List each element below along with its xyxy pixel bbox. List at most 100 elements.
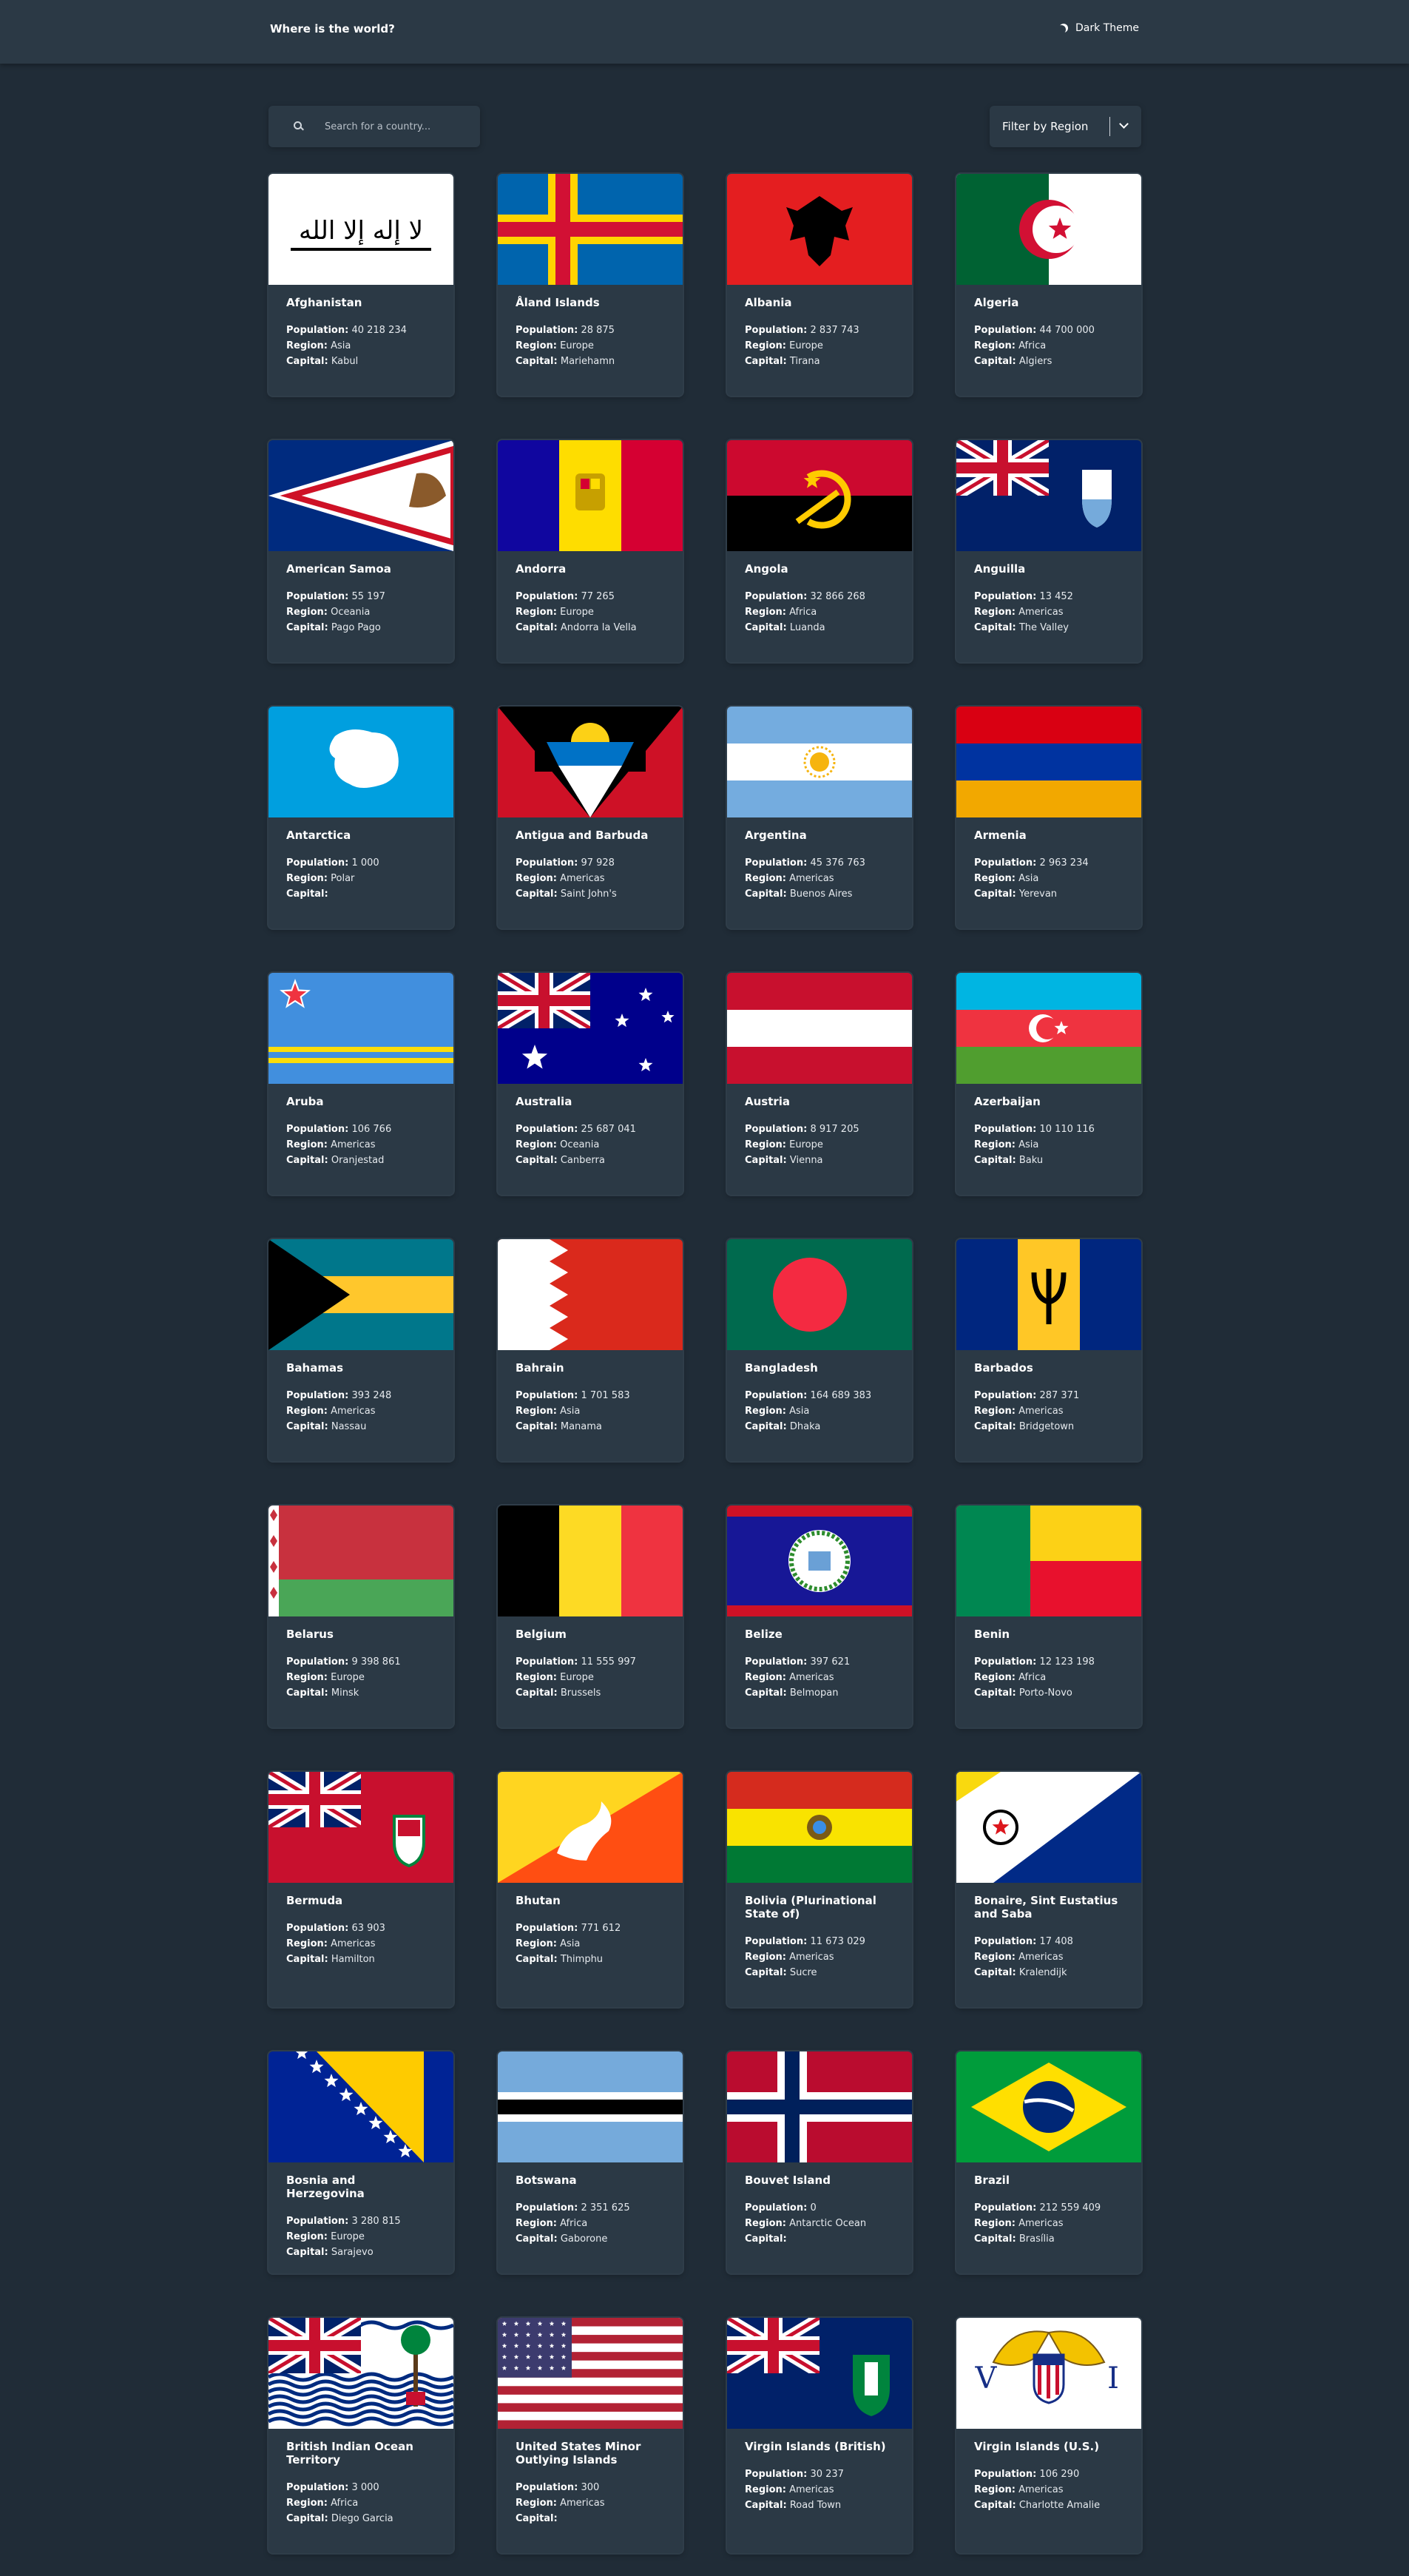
region-label: Region: <box>974 1406 1016 1417</box>
search-input[interactable] <box>323 120 474 133</box>
population-label: Population: <box>745 1390 808 1401</box>
population-label: Population: <box>516 857 578 869</box>
country-card-united-states-minor-outlying-islands[interactable]: United States Minor Outlying Islands Pop… <box>498 2318 683 2553</box>
population-row: Population: 44 700 000 <box>974 323 1124 338</box>
capital-row: Capital: Manama <box>516 1419 665 1434</box>
country-card-bahamas[interactable]: Bahamas Population: 393 248 Region: Amer… <box>268 1239 453 1461</box>
country-card-american-samoa[interactable]: American Samoa Population: 55 197 Region… <box>268 440 453 662</box>
population-row: Population: 8 917 205 <box>745 1122 894 1137</box>
country-card-bonaire-sint-eustatius-and-saba[interactable]: Bonaire, Sint Eustatius and Saba Populat… <box>956 1772 1141 2007</box>
region-row: Region: Americas <box>286 1936 436 1952</box>
country-card-austria[interactable]: Austria Population: 8 917 205 Region: Eu… <box>727 973 912 1195</box>
country-card-barbados[interactable]: Barbados Population: 287 371 Region: Ame… <box>956 1239 1141 1461</box>
card-info: Austria Population: 8 917 205 Region: Eu… <box>727 1084 912 1181</box>
country-card-albania[interactable]: Albania Population: 2 837 743 Region: Eu… <box>727 174 912 396</box>
country-card-azerbaijan[interactable]: Azerbaijan Population: 10 110 116 Region… <box>956 973 1141 1195</box>
country-card-armenia[interactable]: Armenia Population: 2 963 234 Region: As… <box>956 707 1141 928</box>
country-card-antigua-and-barbuda[interactable]: Antigua and Barbuda Population: 97 928 R… <box>498 707 683 928</box>
country-name: Brazil <box>974 2174 1010 2187</box>
country-card-bhutan[interactable]: Bhutan Population: 771 612 Region: Asia … <box>498 1772 683 2007</box>
flag-image: VI <box>956 2318 1141 2429</box>
population-row: Population: 40 218 234 <box>286 323 436 338</box>
population-value: 300 <box>581 2482 600 2493</box>
country-card-bahrain[interactable]: Bahrain Population: 1 701 583 Region: As… <box>498 1239 683 1461</box>
capital-row: Capital: Brussels <box>516 1685 665 1701</box>
population-label: Population: <box>516 1390 578 1401</box>
region-row: Region: Americas <box>974 1949 1124 1965</box>
region-label: Region: <box>974 1139 1016 1150</box>
capital-label: Capital: <box>286 889 328 900</box>
flag-image <box>268 1239 453 1350</box>
population-label: Population: <box>745 325 808 336</box>
country-card-aruba[interactable]: Aruba Population: 106 766 Region: Americ… <box>268 973 453 1195</box>
flag-image <box>498 174 683 285</box>
capital-row: Capital: Canberra <box>516 1153 665 1168</box>
country-card-british-indian-ocean-territory[interactable]: British Indian Ocean Territory Populatio… <box>268 2318 453 2553</box>
country-card-antarctica[interactable]: Antarctica Population: 1 000 Region: Pol… <box>268 707 453 928</box>
capital-value: Andorra la Vella <box>560 622 637 633</box>
country-card-virgin-islands-u-s[interactable]: VI Virgin Islands (U.S.) Population: 106… <box>956 2318 1141 2553</box>
country-card-algeria[interactable]: Algeria Population: 44 700 000 Region: A… <box>956 174 1141 396</box>
card-info: Belize Population: 397 621 Region: Ameri… <box>727 1616 912 1714</box>
capital-row: Capital: Belmopan <box>745 1685 894 1701</box>
country-card-bouvet-island[interactable]: Bouvet Island Population: 0 Region: Anta… <box>727 2051 912 2273</box>
region-row: Region: Africa <box>745 604 894 620</box>
capital-value: Sarajevo <box>331 2247 374 2258</box>
population-value: 164 689 383 <box>810 1390 872 1401</box>
card-info: Belgium Population: 11 555 997 Region: E… <box>498 1616 683 1714</box>
card-info: Bangladesh Population: 164 689 383 Regio… <box>727 1350 912 1448</box>
capital-label: Capital: <box>516 889 558 900</box>
card-info: Bhutan Population: 771 612 Region: Asia … <box>498 1883 683 1980</box>
card-info: Andorra Population: 77 265 Region: Europ… <box>498 551 683 649</box>
country-card-anguilla[interactable]: Anguilla Population: 13 452 Region: Amer… <box>956 440 1141 662</box>
filter-label: Filter by Region <box>1002 120 1089 133</box>
country-card-argentina[interactable]: Argentina Population: 45 376 763 Region:… <box>727 707 912 928</box>
country-card-botswana[interactable]: Botswana Population: 2 351 625 Region: A… <box>498 2051 683 2273</box>
region-value: Asia <box>331 340 351 351</box>
search-box[interactable] <box>268 106 480 147</box>
capital-label: Capital: <box>516 622 558 633</box>
country-name: Virgin Islands (U.S.) <box>974 2440 1100 2453</box>
country-card-aland-islands[interactable]: Åland Islands Population: 28 875 Region:… <box>498 174 683 396</box>
population-row: Population: 397 621 <box>745 1654 894 1670</box>
card-info: Bouvet Island Population: 0 Region: Anta… <box>727 2162 912 2260</box>
theme-toggle[interactable]: Dark Theme <box>1059 22 1139 34</box>
region-row: Region: Asia <box>286 338 436 354</box>
capital-row: Capital: Dhaka <box>745 1419 894 1434</box>
country-name: Bosnia and Herzegovina <box>286 2174 365 2200</box>
region-row: Region: Americas <box>286 1137 436 1153</box>
country-card-bangladesh[interactable]: Bangladesh Population: 164 689 383 Regio… <box>727 1239 912 1461</box>
region-row: Region: Europe <box>516 604 665 620</box>
country-card-belize[interactable]: Belize Population: 397 621 Region: Ameri… <box>727 1506 912 1727</box>
country-card-virgin-islands-british[interactable]: Virgin Islands (British) Population: 30 … <box>727 2318 912 2553</box>
card-info: Antarctica Population: 1 000 Region: Pol… <box>268 817 453 915</box>
population-value: 393 248 <box>351 1390 392 1401</box>
capital-value: Pago Pago <box>331 622 381 633</box>
flag-image <box>498 440 683 551</box>
country-card-belgium[interactable]: Belgium Population: 11 555 997 Region: E… <box>498 1506 683 1727</box>
population-row: Population: 212 559 409 <box>974 2200 1124 2216</box>
country-card-benin[interactable]: Benin Population: 12 123 198 Region: Afr… <box>956 1506 1141 1727</box>
population-value: 77 265 <box>581 591 615 602</box>
country-card-andorra[interactable]: Andorra Population: 77 265 Region: Europ… <box>498 440 683 662</box>
region-value: Asia <box>1018 873 1039 884</box>
country-card-brazil[interactable]: Brazil Population: 212 559 409 Region: A… <box>956 2051 1141 2273</box>
country-card-bosnia-and-herzegovina[interactable]: Bosnia and Herzegovina Population: 3 280… <box>268 2051 453 2273</box>
region-label: Region: <box>745 873 786 884</box>
country-card-belarus[interactable]: Belarus Population: 9 398 861 Region: Eu… <box>268 1506 453 1727</box>
region-row: Region: Europe <box>745 338 894 354</box>
region-label: Region: <box>745 607 786 618</box>
capital-label: Capital: <box>974 1421 1016 1432</box>
region-value: Americas <box>789 1672 834 1683</box>
country-card-australia[interactable]: Australia Population: 25 687 041 Region:… <box>498 973 683 1195</box>
app-title[interactable]: Where is the world? <box>270 22 395 36</box>
country-card-bolivia-plurinational-state-of[interactable]: Bolivia (Plurinational State of) Populat… <box>727 1772 912 2007</box>
country-card-afghanistan[interactable]: ﻻ ﺇﻟﻪ ﺇﻻ ﺍﻟﻠﻪ Afghanistan Population: 40… <box>268 174 453 396</box>
region-label: Region: <box>974 607 1016 618</box>
region-row: Region: Africa <box>974 338 1124 354</box>
capital-row: Capital: Kralendijk <box>974 1965 1124 1980</box>
capital-value: Bridgetown <box>1018 1421 1075 1432</box>
country-card-bermuda[interactable]: Bermuda Population: 63 903 Region: Ameri… <box>268 1772 453 2007</box>
country-card-angola[interactable]: Angola Population: 32 866 268 Region: Af… <box>727 440 912 662</box>
region-filter-dropdown[interactable]: Filter by Region <box>990 106 1141 147</box>
